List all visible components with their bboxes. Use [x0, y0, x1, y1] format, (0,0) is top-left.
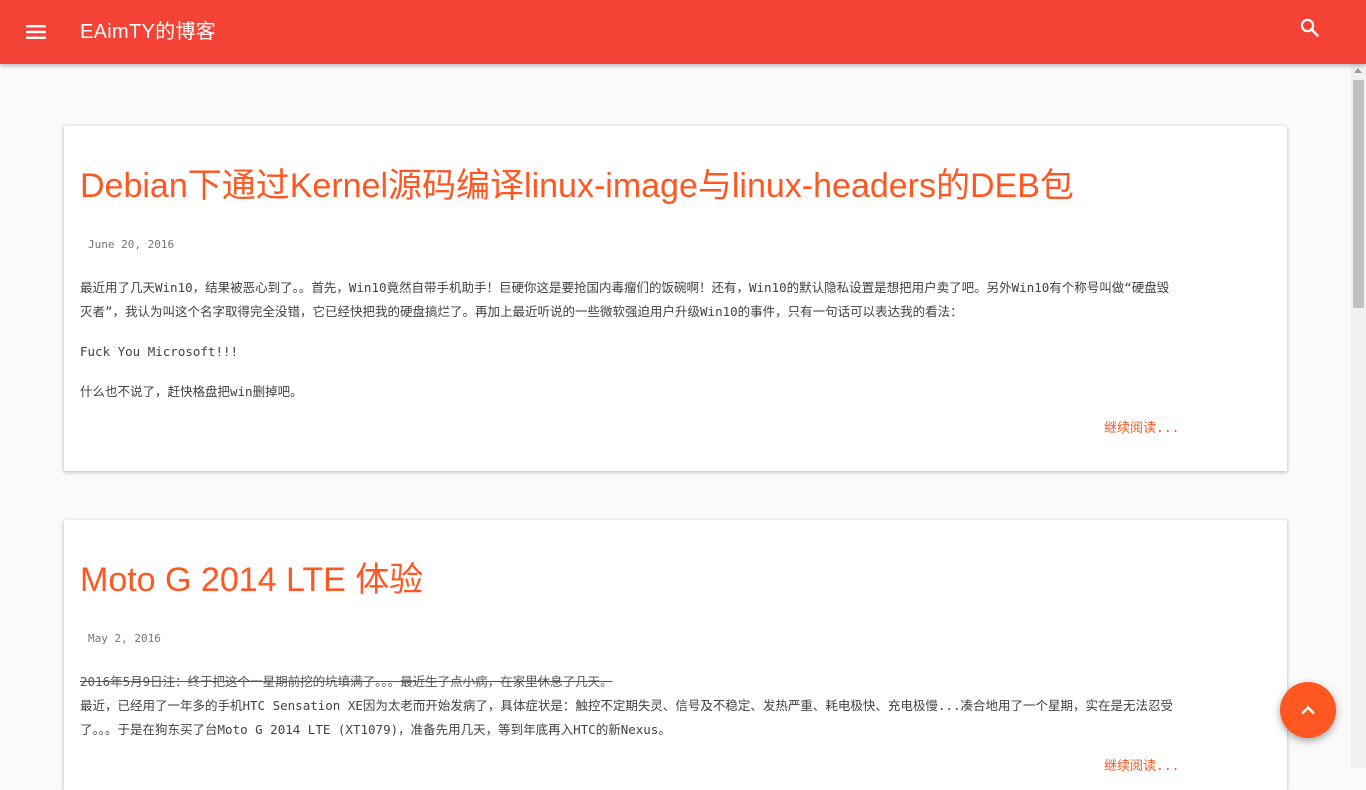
post-card: Moto G 2014 LTE 体验 May 2, 2016 2016年5月9日…: [64, 520, 1287, 790]
post-paragraph: 最近，已经用了一年多的手机HTC Sensation XE因为太老而开始发病了，…: [80, 698, 1173, 737]
scroll-to-top-button[interactable]: [1280, 682, 1336, 738]
post-title[interactable]: Moto G 2014 LTE 体验: [80, 560, 423, 600]
post-date: May 2, 2016: [88, 632, 161, 645]
menu-icon: [26, 25, 46, 39]
post-update-note: 2016年5月9日注：终于把这个一星期前挖的坑填满了。。。最近生了点小病，在家里…: [80, 674, 613, 689]
post-card: Debian下通过Kernel源码编译linux-image与linux-hea…: [64, 126, 1287, 471]
site-title[interactable]: EAimTY的博客: [80, 18, 216, 46]
read-more-link[interactable]: 继续阅读...: [1104, 420, 1179, 438]
post-date: June 20, 2016: [88, 238, 175, 251]
page-scrollbar[interactable]: [1351, 64, 1366, 768]
scroll-thumb[interactable]: [1353, 80, 1364, 308]
read-more-link[interactable]: 继续阅读...: [1104, 758, 1179, 776]
post-paragraph: 什么也不说了，赶快格盘把win删掉吧。: [80, 384, 303, 399]
scroll-up-arrow-icon[interactable]: [1354, 68, 1362, 73]
search-icon: [1300, 18, 1319, 37]
post-paragraph: Fuck You Microsoft!!!: [80, 344, 239, 359]
post-paragraph: 最近用了几天Win10，结果被恶心到了。。首先，Win10竟然自带手机助手！巨硬…: [80, 280, 1170, 319]
post-title[interactable]: Debian下通过Kernel源码编译linux-image与linux-hea…: [80, 166, 1074, 206]
search-button[interactable]: [1296, 14, 1324, 42]
post-excerpt: 最近用了几天Win10，结果被恶心到了。。首先，Win10竟然自带手机助手！巨硬…: [80, 276, 1180, 404]
menu-button[interactable]: [22, 20, 50, 44]
post-excerpt: 2016年5月9日注：终于把这个一星期前挖的坑填满了。。。最近生了点小病，在家里…: [80, 670, 1180, 742]
chevron-up-icon: [1301, 705, 1315, 715]
top-app-bar: EAimTY的博客: [0, 0, 1366, 64]
